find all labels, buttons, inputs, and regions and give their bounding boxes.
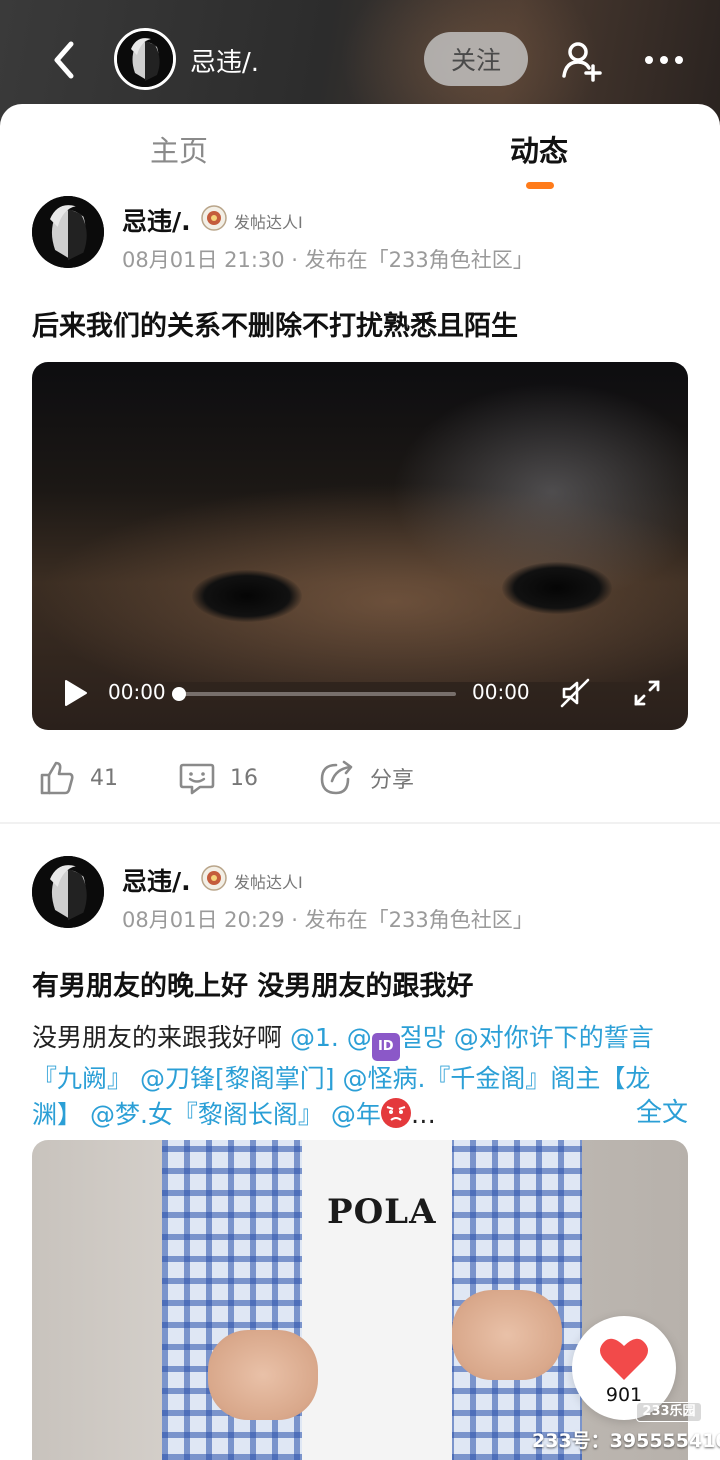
post-author-avatar[interactable] bbox=[32, 196, 104, 268]
feed-post[interactable]: 忌违/. 发帖达人I 08月01日 21:30 · 发布在「233角色社区」 后… bbox=[0, 192, 720, 816]
like-button[interactable]: 41 bbox=[38, 748, 118, 808]
video-frame-detail bbox=[502, 562, 612, 614]
poster-badge-icon bbox=[201, 205, 227, 231]
heart-icon bbox=[600, 1338, 648, 1380]
angry-face-icon bbox=[380, 1098, 411, 1128]
avatar[interactable] bbox=[114, 28, 176, 90]
post-author-name[interactable]: 忌违/. bbox=[122, 862, 191, 898]
body-text-intro: 没男朋友的来跟我好啊 bbox=[32, 1023, 290, 1052]
current-time: 00:00 bbox=[108, 680, 166, 704]
user-plus-icon bbox=[562, 42, 602, 82]
more-options-button[interactable] bbox=[640, 38, 688, 82]
muted-speaker-icon[interactable] bbox=[558, 676, 592, 710]
fullscreen-icon[interactable] bbox=[632, 678, 662, 708]
total-time: 00:00 bbox=[472, 680, 530, 704]
share-button[interactable]: 分享 bbox=[318, 748, 414, 808]
image-shirt-print: POLA bbox=[327, 1192, 437, 1232]
mention-link[interactable]: @刀锋[黎阁掌门] bbox=[140, 1064, 335, 1093]
video-player[interactable]: 00:00 00:00 bbox=[32, 362, 688, 730]
poster-badge-label: 发帖达人I bbox=[234, 213, 303, 232]
tab-home[interactable]: 主页 bbox=[150, 128, 208, 170]
video-frame-detail bbox=[192, 570, 302, 622]
comment-icon bbox=[179, 763, 215, 795]
thumbs-up-icon bbox=[40, 761, 74, 795]
more-dots-icon bbox=[645, 56, 683, 64]
poster-badge-label: 发帖达人I bbox=[234, 873, 303, 892]
back-button[interactable] bbox=[44, 40, 84, 80]
profile-name: 忌违/. bbox=[190, 48, 260, 78]
post-actions: 41 16 分享 bbox=[0, 748, 720, 808]
mention-prefix: @ bbox=[346, 1023, 372, 1052]
image-tshirt bbox=[302, 1140, 452, 1460]
chevron-left-icon bbox=[54, 41, 74, 79]
ellipsis: … bbox=[410, 1100, 436, 1129]
full-text-link[interactable]: 全文 bbox=[636, 1092, 688, 1129]
poster-badge-icon bbox=[201, 865, 227, 891]
tab-feed[interactable]: 动态 bbox=[510, 128, 568, 170]
comment-button[interactable]: 16 bbox=[178, 748, 258, 808]
post-body-text[interactable]: 没男朋友的来跟我好啊 @1. @ ID 절망 @对你许下的誓言『九阙』 @刀锋[黎阁… bbox=[32, 1020, 692, 1133]
share-label: 分享 bbox=[370, 768, 415, 793]
video-progress-knob[interactable] bbox=[172, 687, 186, 701]
profile-tabs: 主页 动态 bbox=[0, 104, 720, 192]
mention-suffix: 절망 bbox=[399, 1023, 446, 1052]
avatar-portrait bbox=[32, 856, 104, 928]
post-meta: 08月01日 21:30 · 发布在「233角色社区」 bbox=[122, 248, 534, 272]
id-emoji-icon: ID bbox=[371, 1033, 400, 1061]
post-divider bbox=[0, 822, 720, 824]
content-sheet: 主页 动态 忌违/. 发帖达人I 08月01日 21:30 · 发布在「233角… bbox=[0, 104, 720, 1460]
avatar-portrait bbox=[32, 196, 104, 268]
mention-link[interactable]: @梦.女『黎阁长阁』 bbox=[90, 1100, 323, 1129]
follow-button[interactable]: 关注 bbox=[424, 32, 528, 86]
like-count: 41 bbox=[90, 765, 118, 791]
mention-link[interactable]: @ ID 절망 bbox=[346, 1023, 446, 1061]
post-title[interactable]: 后来我们的关系不删除不打扰熟悉且陌生 bbox=[32, 304, 518, 343]
mention-link[interactable]: @1. bbox=[290, 1023, 339, 1052]
watermark-id: 233号：395555410 bbox=[532, 1430, 720, 1452]
video-controls: 00:00 00:00 bbox=[32, 658, 688, 730]
active-tab-indicator bbox=[526, 182, 554, 189]
post-meta: 08月01日 20:29 · 发布在「233角色社区」 bbox=[122, 908, 534, 932]
mention-link[interactable]: @年 bbox=[331, 1100, 381, 1129]
comment-count: 16 bbox=[230, 765, 258, 791]
add-friend-button[interactable] bbox=[560, 38, 604, 82]
image-hand bbox=[208, 1330, 318, 1420]
top-bar: 忌违/. 关注 bbox=[0, 22, 720, 98]
image-hand bbox=[452, 1290, 562, 1380]
post-title[interactable]: 有男朋友的晚上好 没男朋友的跟我好 bbox=[32, 964, 473, 1003]
post-image[interactable]: POLA bbox=[32, 1140, 688, 1460]
post-author-name[interactable]: 忌违/. bbox=[122, 202, 191, 238]
post-author-avatar[interactable] bbox=[32, 856, 104, 928]
avatar-portrait bbox=[117, 31, 173, 87]
video-progress-bar[interactable] bbox=[178, 692, 456, 696]
watermark-logo: 233乐园 bbox=[636, 1402, 702, 1422]
share-icon bbox=[320, 760, 353, 795]
play-icon[interactable] bbox=[60, 678, 90, 708]
